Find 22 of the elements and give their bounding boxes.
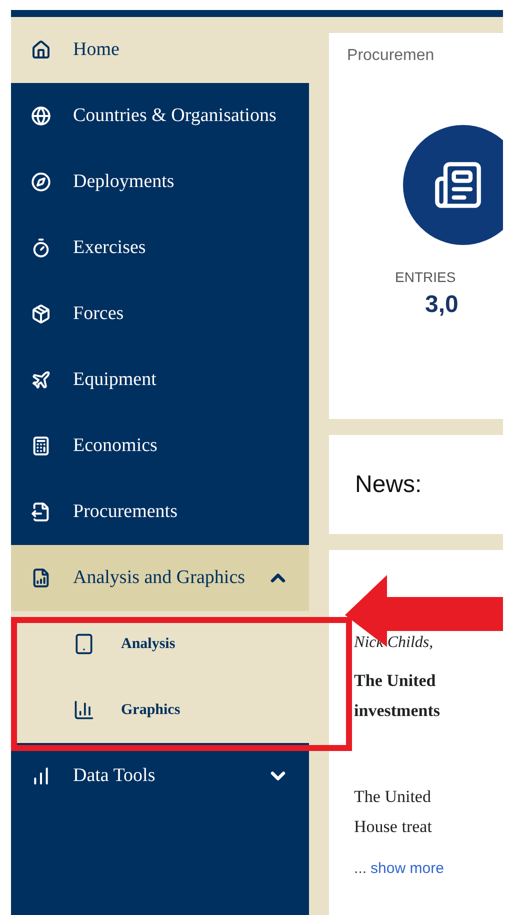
stat-caption: ENTRIES [395,269,457,285]
compass-icon [31,172,51,192]
nav-item[interactable]: Home [11,17,310,83]
article-body: The United House treat [354,786,433,838]
article-lead: The United investments [354,670,441,722]
home-icon [31,40,51,60]
timer-icon [31,238,51,258]
show-more-link[interactable]: show more [370,860,444,877]
bar-chart-icon [31,766,51,786]
tablet-icon [73,633,95,655]
bar-chart-icon [73,699,95,721]
globe-icon [31,106,51,126]
card-title: Procuremen [347,47,436,65]
calculator-icon [31,436,51,456]
stat-count: 3,0 [425,291,460,319]
news-heading: News: [355,470,422,498]
chart-document-icon [31,568,51,588]
ellipsis-text: ... [354,860,367,877]
file-arrow-icon [31,502,51,522]
package-icon [31,304,51,324]
plane-icon [31,370,51,390]
nav-item[interactable]: Analysis and Graphics [11,545,310,611]
